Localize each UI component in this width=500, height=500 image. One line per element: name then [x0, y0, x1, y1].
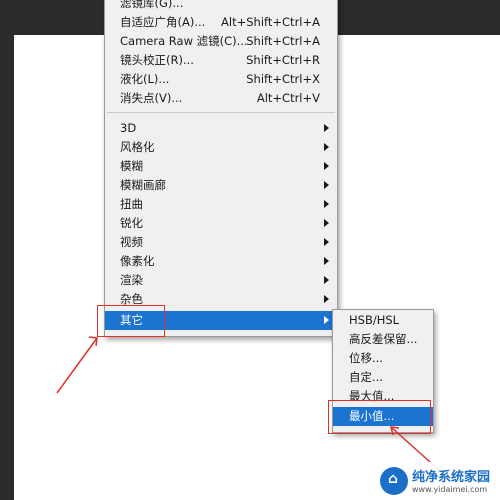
menu-item-label: 最大值...	[349, 389, 395, 403]
menu-item-vanishing-point[interactable]: 消失点(V)... Alt+Ctrl+V	[105, 89, 337, 108]
house-icon: ⌂	[380, 467, 408, 495]
menu-item-label: 位移...	[349, 351, 383, 365]
menu-item-shortcut: Shift+Ctrl+X	[246, 72, 320, 86]
submenu-arrow-icon	[324, 181, 329, 189]
submenu-arrow-icon	[324, 162, 329, 170]
menu-item-label: Camera Raw 滤镜(C)...	[120, 34, 248, 48]
menu-item-label: 杂色	[120, 292, 143, 306]
menu-item-label: 视频	[120, 235, 143, 249]
menu-separator	[107, 112, 335, 113]
submenu-item-high-pass[interactable]: 高反差保留...	[333, 330, 433, 349]
other-submenu: HSB/HSL 高反差保留... 位移... 自定... 最大值... 最小值.…	[332, 309, 434, 433]
submenu-arrow-icon	[324, 219, 329, 227]
menu-item-label: 渲染	[120, 273, 143, 287]
menu-item-stylize[interactable]: 风格化	[105, 138, 337, 157]
menu-item-label: 像素化	[120, 254, 155, 268]
watermark-url: www.yidaimei.com	[412, 485, 488, 494]
menu-item-shortcut: Shift+Ctrl+A	[246, 34, 320, 48]
menu-item-label: 扭曲	[120, 197, 143, 211]
menu-item-label: 锐化	[120, 216, 143, 230]
menu-item-label: 模糊画廊	[120, 178, 166, 192]
menu-item-3d[interactable]: 3D	[105, 119, 337, 138]
submenu-item-offset[interactable]: 位移...	[333, 349, 433, 368]
menu-item-shortcut: Shift+Ctrl+R	[246, 53, 320, 67]
submenu-arrow-icon	[324, 200, 329, 208]
submenu-arrow-icon	[324, 143, 329, 151]
menu-item-liquify[interactable]: 液化(L)... Shift+Ctrl+X	[105, 70, 337, 89]
submenu-item-minimum[interactable]: 最小值...	[333, 407, 433, 426]
menu-item-noise[interactable]: 杂色	[105, 290, 337, 309]
menu-item-label: 镜头校正(R)...	[120, 53, 194, 67]
menu-item-other[interactable]: 其它	[105, 311, 337, 330]
menu-item-label: 3D	[120, 121, 137, 135]
menu-item-label: 消失点(V)...	[120, 91, 183, 105]
menu-item-shortcut: Alt+Ctrl+V	[256, 91, 320, 105]
submenu-item-maximum[interactable]: 最大值...	[333, 387, 433, 406]
submenu-item-hsb-hsl[interactable]: HSB/HSL	[333, 311, 433, 330]
menu-item-label: HSB/HSL	[349, 313, 400, 327]
menu-item-label: 液化(L)...	[120, 72, 170, 86]
submenu-item-custom[interactable]: 自定...	[333, 368, 433, 387]
menu-item-label: 自定...	[349, 370, 383, 384]
menu-item-video[interactable]: 视频	[105, 233, 337, 252]
menu-item-blur[interactable]: 模糊	[105, 157, 337, 176]
menu-item-filter-gallery[interactable]: 滤镜库(G)...	[105, 0, 337, 13]
submenu-arrow-icon	[324, 238, 329, 246]
menu-item-pixelate[interactable]: 像素化	[105, 252, 337, 271]
watermark-title: 纯净系统家园	[412, 470, 491, 485]
menu-item-render[interactable]: 渲染	[105, 271, 337, 290]
menu-item-sharpen[interactable]: 锐化	[105, 214, 337, 233]
submenu-arrow-icon	[324, 295, 329, 303]
menu-item-camera-raw-filter[interactable]: Camera Raw 滤镜(C)... Shift+Ctrl+A	[105, 32, 337, 51]
menu-item-lens-correction[interactable]: 镜头校正(R)... Shift+Ctrl+R	[105, 51, 337, 70]
menu-item-label: 最小值...	[349, 409, 395, 423]
submenu-arrow-icon	[324, 316, 329, 324]
menu-item-adaptive-wide-angle[interactable]: 自适应广角(A)... Alt+Shift+Ctrl+A	[105, 13, 337, 32]
menu-item-distort[interactable]: 扭曲	[105, 195, 337, 214]
filter-menu: 滤镜库(G)... 自适应广角(A)... Alt+Shift+Ctrl+A C…	[104, 0, 338, 337]
menu-item-label: 自适应广角(A)...	[120, 15, 206, 29]
watermark: ⌂ 纯净系统家园 www.yidaimei.com	[376, 462, 500, 500]
submenu-arrow-icon	[324, 124, 329, 132]
menu-item-label: 其它	[120, 313, 143, 327]
menu-item-shortcut: Alt+Shift+Ctrl+A	[221, 15, 320, 29]
menu-item-label: 风格化	[120, 140, 155, 154]
submenu-arrow-icon	[324, 257, 329, 265]
menu-item-label: 高反差保留...	[349, 332, 418, 346]
submenu-arrow-icon	[324, 276, 329, 284]
menu-item-label: 模糊	[120, 159, 143, 173]
menu-item-blur-gallery[interactable]: 模糊画廊	[105, 176, 337, 195]
menu-item-label: 滤镜库(G)...	[120, 0, 184, 10]
